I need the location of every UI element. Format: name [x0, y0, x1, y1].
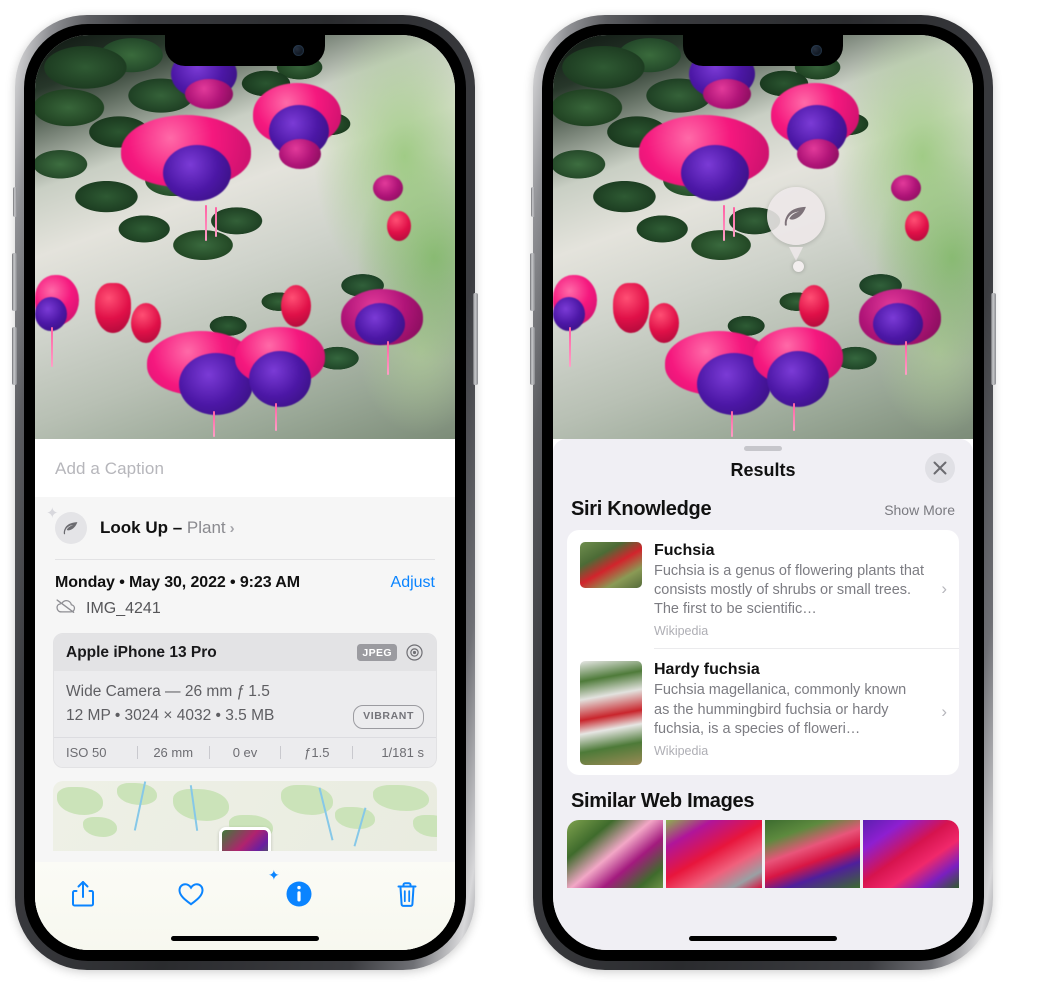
home-indicator[interactable]	[171, 936, 319, 941]
metadata-header: Apple iPhone 13 Pro JPEG	[54, 634, 436, 671]
photo-viewer-right[interactable]	[553, 35, 973, 439]
notch	[165, 35, 325, 66]
siri-knowledge-card: Fuchsia Fuchsia is a genus of flowering …	[567, 530, 959, 776]
chevron-right-icon: ›	[941, 579, 947, 599]
volume-up-button[interactable]	[12, 253, 17, 311]
knowledge-body: Hardy fuchsia Fuchsia magellanica, commo…	[654, 661, 947, 757]
similar-web-images-header: Similar Web Images	[553, 775, 973, 820]
photographic-style-badge: VIBRANT	[353, 704, 424, 729]
knowledge-title: Fuchsia	[654, 542, 715, 559]
trash-icon[interactable]	[385, 874, 429, 914]
phone-bezel: Add a Caption ✦ Look Up – Plant › Monday…	[24, 24, 466, 961]
knowledge-description: Fuchsia is a genus of flowering plants t…	[654, 563, 925, 618]
visual-look-up-anchor-dot	[793, 261, 804, 272]
web-image-thumbnail[interactable]	[665, 820, 762, 889]
knowledge-source: Wikipedia	[654, 624, 709, 639]
phone-bezel: Results Siri Knowledge Show More Fuchsia…	[542, 24, 984, 961]
front-camera-icon	[293, 45, 304, 56]
knowledge-body: Fuchsia Fuchsia is a genus of flowering …	[654, 542, 947, 638]
metadata-body: Wide Camera — 26 mm ƒ 1.5 12 MP • 3024 ×…	[54, 671, 436, 737]
badge-tail	[789, 247, 803, 261]
knowledge-thumbnail	[580, 661, 642, 766]
siri-knowledge-header: Siri Knowledge Show More	[553, 495, 973, 530]
device-name: Apple iPhone 13 Pro	[66, 643, 217, 661]
file-name: IMG_4241	[86, 599, 161, 617]
volume-down-button[interactable]	[530, 327, 535, 385]
power-button[interactable]	[991, 293, 996, 385]
iphone-right: Results Siri Knowledge Show More Fuchsia…	[530, 15, 996, 970]
knowledge-description: Fuchsia magellanica, commonly known as t…	[654, 682, 907, 737]
front-camera-icon	[811, 45, 822, 56]
size-line: 12 MP • 3024 × 4032 • 3.5 MB	[66, 707, 275, 725]
exif-focal: 26 mm	[153, 744, 194, 760]
results-sheet: Results Siri Knowledge Show More Fuchsia…	[553, 439, 973, 950]
heart-icon[interactable]	[169, 874, 213, 914]
location-map[interactable]	[53, 780, 437, 851]
power-button[interactable]	[473, 293, 478, 385]
file-row: IMG_4241	[35, 596, 455, 631]
format-badge: JPEG	[357, 644, 397, 661]
look-up-prefix: Look Up –	[100, 518, 187, 537]
photo-blooms	[553, 35, 973, 439]
map-photo-pin[interactable]	[219, 826, 271, 851]
look-up-row[interactable]: ✦ Look Up – Plant ›	[35, 497, 455, 559]
screen-right: Results Siri Knowledge Show More Fuchsia…	[553, 35, 973, 950]
similar-web-images-title: Similar Web Images	[571, 790, 755, 813]
home-indicator[interactable]	[689, 936, 837, 941]
leaf-icon: ✦	[46, 506, 87, 544]
photo-date: Monday • May 30, 2022 • 9:23 AM	[55, 574, 300, 591]
lens-line: Wide Camera — 26 mm ƒ 1.5	[66, 683, 270, 700]
volume-up-button[interactable]	[530, 253, 535, 311]
screen-left: Add a Caption ✦ Look Up – Plant › Monday…	[35, 35, 455, 950]
knowledge-thumbnail	[580, 542, 642, 588]
show-more-button[interactable]: Show More	[884, 502, 955, 518]
adjust-button[interactable]: Adjust	[391, 574, 435, 592]
results-title: Results	[730, 460, 796, 480]
share-icon[interactable]	[61, 874, 105, 914]
date-row: Monday • May 30, 2022 • 9:23 AM Adjust	[35, 560, 455, 596]
silent-switch[interactable]	[531, 187, 535, 217]
caption-input[interactable]: Add a Caption	[35, 439, 455, 497]
close-icon[interactable]	[925, 453, 955, 483]
web-image-thumbnail[interactable]	[764, 820, 861, 889]
caption-placeholder: Add a Caption	[55, 459, 165, 478]
knowledge-title: Hardy fuchsia	[654, 661, 760, 679]
silent-switch[interactable]	[13, 187, 17, 217]
cloud-slash-icon	[55, 598, 77, 619]
chevron-right-icon: ›	[941, 702, 947, 722]
volume-down-button[interactable]	[12, 327, 17, 385]
screenshot-canvas: Add a Caption ✦ Look Up – Plant › Monday…	[0, 0, 1055, 985]
list-item[interactable]: Fuchsia Fuchsia is a genus of flowering …	[567, 530, 959, 648]
list-item[interactable]: Hardy fuchsia Fuchsia magellanica, commo…	[567, 649, 959, 775]
siri-knowledge-title: Siri Knowledge	[571, 498, 712, 520]
similar-web-images-strip[interactable]	[567, 820, 959, 889]
metadata-header-badges: JPEG	[357, 643, 424, 662]
web-image-thumbnail[interactable]	[567, 820, 663, 889]
visual-look-up-leaf-badge[interactable]	[767, 187, 825, 261]
exif-iso: ISO 50	[66, 744, 107, 760]
size-line-row: 12 MP • 3024 × 4032 • 3.5 MB VIBRANT	[66, 704, 424, 729]
metadata-card[interactable]: Apple iPhone 13 Pro JPEG Wide Camera — 2…	[53, 633, 437, 768]
knowledge-source: Wikipedia	[654, 743, 709, 758]
photo-blooms	[35, 35, 455, 439]
exif-ev: 0 ev	[232, 744, 258, 760]
web-image-thumbnail[interactable]	[863, 820, 959, 889]
look-up-subject: Plant	[186, 518, 226, 537]
exif-aperture: ƒ1.5	[304, 744, 330, 760]
exif-row: ISO 50 26 mm 0 ev ƒ1.5 1/181 s	[54, 736, 436, 767]
photo-viewer-left[interactable]	[35, 35, 455, 439]
look-up-label: Look Up – Plant ›	[100, 518, 235, 538]
sparkle-icon: ✦	[46, 505, 59, 522]
exif-shutter: 1/181 s	[381, 744, 424, 760]
notch	[683, 35, 843, 66]
info-icon[interactable]: ✦	[268, 868, 321, 914]
iphone-left: Add a Caption ✦ Look Up – Plant › Monday…	[12, 15, 478, 970]
chevron-right-icon: ›	[229, 520, 235, 537]
results-header: Results	[553, 451, 973, 495]
aperture-icon	[405, 643, 424, 662]
sparkle-icon: ✦	[268, 867, 280, 883]
